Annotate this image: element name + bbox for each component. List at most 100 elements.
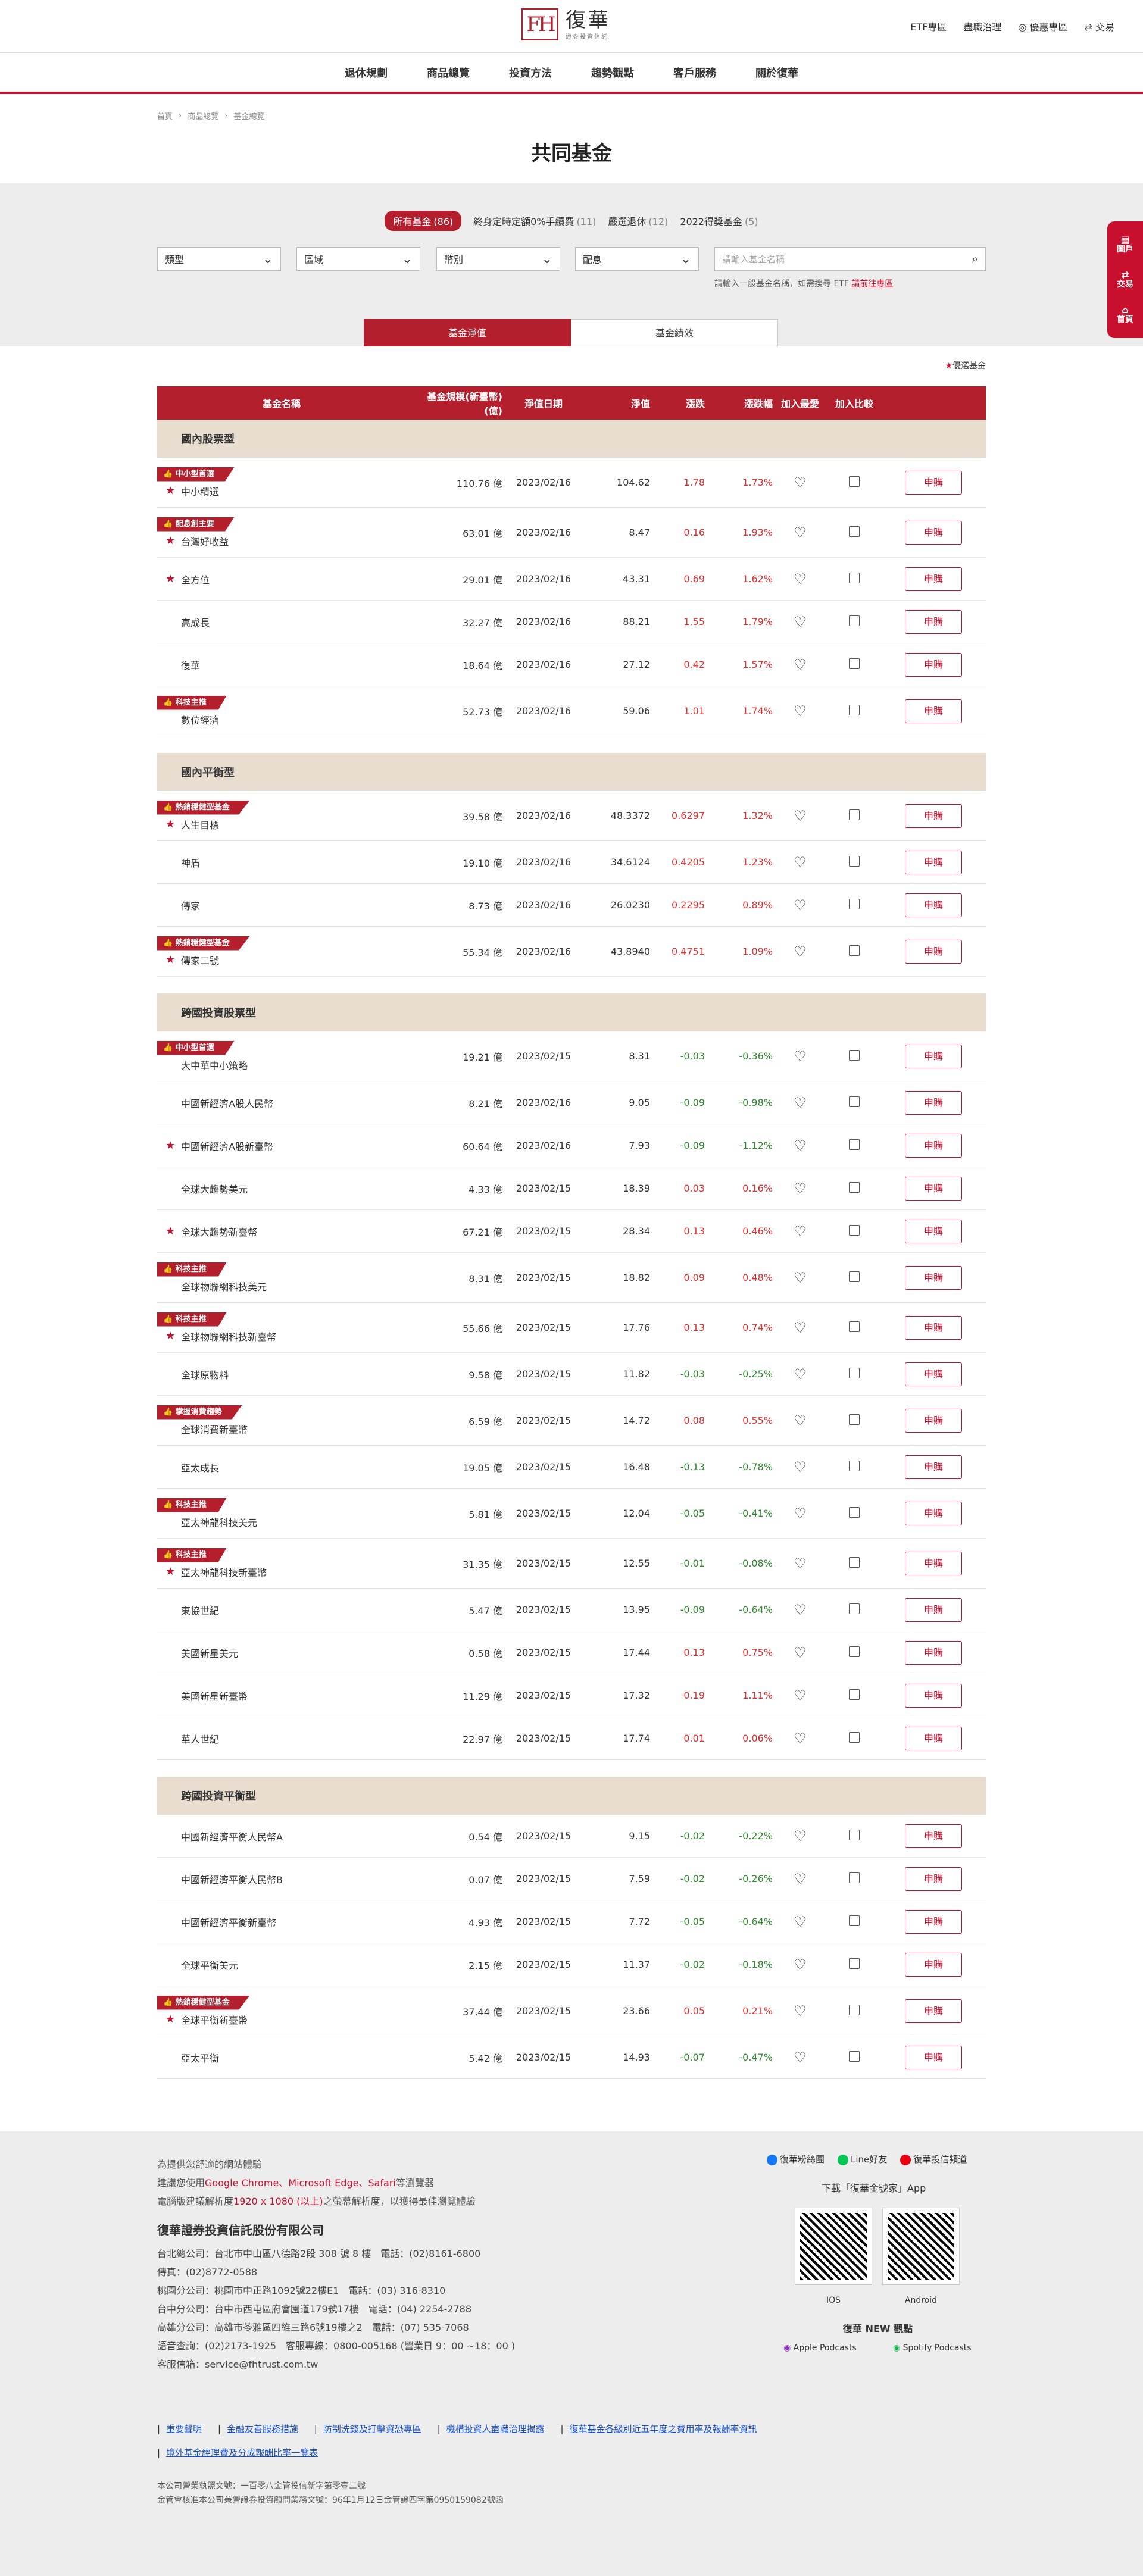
favorite-heart-icon[interactable]: ♡: [794, 1366, 807, 1383]
fund-name-link[interactable]: 人生目標: [181, 817, 219, 831]
favorite-heart-icon[interactable]: ♡: [794, 1320, 807, 1336]
buy-button[interactable]: 申購: [905, 1867, 962, 1891]
promo-link[interactable]: ◎ 優惠專區: [1018, 19, 1067, 33]
compare-checkbox[interactable]: [849, 809, 860, 820]
favorite-heart-icon[interactable]: ♡: [794, 1270, 807, 1286]
fund-name-link[interactable]: 復華: [181, 658, 200, 672]
footer-link[interactable]: 機構投資人盡職治理揭露: [446, 2424, 545, 2434]
compare-checkbox[interactable]: [849, 1414, 860, 1425]
breadcrumb-home[interactable]: 首頁: [157, 110, 173, 121]
buy-button[interactable]: 申購: [905, 804, 962, 828]
favorite-heart-icon[interactable]: ♡: [794, 2049, 807, 2066]
favorite-heart-icon[interactable]: ♡: [794, 1871, 807, 1887]
tab-nav[interactable]: 基金淨值: [364, 319, 571, 346]
compare-checkbox[interactable]: [849, 1139, 860, 1150]
favorite-heart-icon[interactable]: ♡: [794, 571, 807, 587]
compare-checkbox[interactable]: [849, 1224, 860, 1236]
buy-button[interactable]: 申購: [905, 1176, 962, 1201]
footer-link[interactable]: 金融友善服務措施: [227, 2424, 298, 2434]
fund-name-link[interactable]: 中國新經濟平衡人民幣A: [181, 1829, 283, 1843]
tab-performance[interactable]: 基金績效: [571, 319, 778, 346]
fund-name-link[interactable]: 中國新經濟A股新臺幣: [181, 1139, 273, 1153]
nav-methods[interactable]: 投資方法: [489, 65, 572, 80]
fund-name-link[interactable]: 亞太平衡: [181, 2050, 219, 2065]
apple-podcasts-link[interactable]: ◉ Apple Podcasts: [783, 2343, 857, 2353]
favorite-heart-icon[interactable]: ♡: [794, 1645, 807, 1661]
side-account-button[interactable]: ▤ 圖戶: [1117, 235, 1133, 255]
search-input[interactable]: 請輸入基金名稱 ⌕: [714, 247, 986, 271]
compare-checkbox[interactable]: [849, 1556, 860, 1568]
favorite-heart-icon[interactable]: ♡: [794, 1095, 807, 1111]
favorite-heart-icon[interactable]: ♡: [794, 1048, 807, 1065]
region-select[interactable]: 區域 ⌄: [296, 247, 420, 271]
buy-button[interactable]: 申購: [905, 939, 962, 964]
favorite-heart-icon[interactable]: ♡: [794, 614, 807, 630]
compare-checkbox[interactable]: [849, 898, 860, 909]
nav-service[interactable]: 客戶服務: [654, 65, 736, 80]
favorite-heart-icon[interactable]: ♡: [794, 1137, 807, 1154]
compare-checkbox[interactable]: [849, 1872, 860, 1883]
fund-name-link[interactable]: 全球物聯網科技美元: [181, 1279, 267, 1293]
compare-checkbox[interactable]: [849, 572, 860, 583]
favorite-heart-icon[interactable]: ♡: [794, 524, 807, 541]
compare-checkbox[interactable]: [849, 526, 860, 537]
favorite-heart-icon[interactable]: ♡: [794, 1730, 807, 1747]
favorite-heart-icon[interactable]: ♡: [794, 1412, 807, 1429]
nav-about[interactable]: 關於復華: [736, 65, 818, 80]
search-icon[interactable]: ⌕: [972, 253, 978, 265]
fund-name-link[interactable]: 全球平衡美元: [181, 1958, 238, 1972]
compare-checkbox[interactable]: [849, 1603, 860, 1614]
tab-zero-fee[interactable]: 終身定時定額0%手續費 (11): [473, 211, 596, 231]
fund-name-link[interactable]: 中國新經濟A股人民幣: [181, 1096, 273, 1110]
fund-name-link[interactable]: 東協世紀: [181, 1603, 219, 1617]
compare-checkbox[interactable]: [849, 476, 860, 487]
favorite-heart-icon[interactable]: ♡: [794, 1914, 807, 1930]
fund-name-link[interactable]: 全球物聯網科技新臺幣: [181, 1329, 276, 1343]
nav-trends[interactable]: 趨勢觀點: [572, 65, 654, 80]
fund-name-link[interactable]: 全球大趨勢新臺幣: [181, 1224, 257, 1239]
compare-checkbox[interactable]: [849, 1271, 860, 1282]
compare-checkbox[interactable]: [849, 658, 860, 669]
nav-products[interactable]: 商品總覽: [407, 65, 489, 80]
fund-name-link[interactable]: 美國新星美元: [181, 1646, 238, 1660]
buy-button[interactable]: 申購: [905, 1640, 962, 1665]
compare-checkbox[interactable]: [849, 2004, 860, 2015]
favorite-heart-icon[interactable]: ♡: [794, 703, 807, 720]
compare-checkbox[interactable]: [849, 1829, 860, 1840]
compare-checkbox[interactable]: [849, 945, 860, 956]
buy-button[interactable]: 申購: [905, 1133, 962, 1158]
fund-name-link[interactable]: 全球原物料: [181, 1367, 229, 1381]
fund-name-link[interactable]: 亞太神龍科技新臺幣: [181, 1565, 267, 1579]
buy-button[interactable]: 申購: [905, 1090, 962, 1115]
spotify-link[interactable]: ◉ Spotify Podcasts: [893, 2343, 972, 2353]
fund-name-link[interactable]: 亞太神龍科技美元: [181, 1515, 257, 1529]
breadcrumb-products[interactable]: 商品總覽: [188, 110, 218, 121]
fund-name-link[interactable]: 中國新經濟平衡人民幣B: [181, 1872, 283, 1886]
fund-name-link[interactable]: 全球平衡新臺幣: [181, 2012, 248, 2027]
line-link[interactable]: Line好友: [838, 2153, 887, 2165]
compare-checkbox[interactable]: [849, 1321, 860, 1332]
compare-checkbox[interactable]: [849, 615, 860, 626]
compare-checkbox[interactable]: [849, 1460, 860, 1471]
fund-name-link[interactable]: 台灣好收益: [181, 534, 229, 548]
fund-name-link[interactable]: 高成長: [181, 615, 210, 629]
stewardship-link[interactable]: 盡職治理: [963, 19, 1001, 33]
favorite-heart-icon[interactable]: ♡: [794, 1555, 807, 1572]
buy-button[interactable]: 申購: [905, 1551, 962, 1575]
compare-checkbox[interactable]: [849, 1731, 860, 1743]
buy-button[interactable]: 申購: [905, 1909, 962, 1934]
fund-name-link[interactable]: 神盾: [181, 855, 200, 870]
footer-link[interactable]: 防制洗錢及打擊資恐專區: [323, 2424, 421, 2434]
buy-button[interactable]: 申購: [905, 1726, 962, 1750]
buy-button[interactable]: 申購: [905, 1315, 962, 1340]
compare-checkbox[interactable]: [849, 704, 860, 715]
favorite-heart-icon[interactable]: ♡: [794, 1180, 807, 1197]
buy-button[interactable]: 申購: [905, 2045, 962, 2069]
favorite-heart-icon[interactable]: ♡: [794, 656, 807, 673]
buy-button[interactable]: 申購: [905, 1999, 962, 2023]
buy-button[interactable]: 申購: [905, 699, 962, 723]
fund-name-link[interactable]: 全球大趨勢美元: [181, 1181, 248, 1196]
dividend-select[interactable]: 配息 ⌄: [575, 247, 699, 271]
site-logo[interactable]: FH 復華 證券投資信託: [521, 8, 611, 40]
facebook-link[interactable]: 復華粉絲團: [767, 2153, 825, 2165]
